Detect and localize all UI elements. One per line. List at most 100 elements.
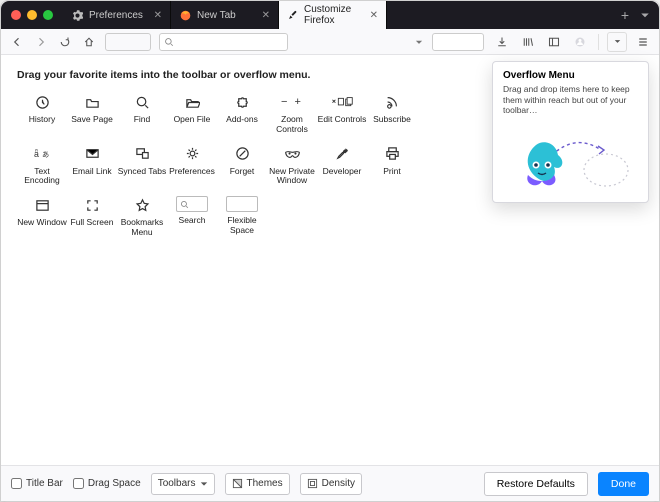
encoding-icon: ǟあ <box>31 145 53 163</box>
all-tabs-button[interactable] <box>639 9 651 21</box>
themes-icon <box>232 478 243 489</box>
chevron-down-icon[interactable] <box>414 37 424 47</box>
downloads-button[interactable] <box>492 32 512 52</box>
zoom-window-button[interactable] <box>43 10 53 20</box>
palette-item-flexspace[interactable]: Flexible Space <box>217 196 267 238</box>
palette-item-label: Developer <box>323 167 362 177</box>
restore-defaults-button[interactable]: Restore Defaults <box>484 472 588 496</box>
palette-item-encoding[interactable]: ǟあ Text Encoding <box>17 145 67 187</box>
synced-icon <box>131 145 153 163</box>
palette-item-label: Forget <box>230 167 255 177</box>
library-button[interactable] <box>518 32 538 52</box>
window-icon <box>31 196 53 214</box>
forget-icon <box>231 145 253 163</box>
palette-item-fullscreen[interactable]: Full Screen <box>67 196 117 238</box>
overflow-panel[interactable]: Overflow Menu Drag and drop items here t… <box>492 61 649 203</box>
new-tab-button[interactable]: + <box>621 7 629 23</box>
palette-item-label: Search <box>179 216 206 226</box>
palette-item-synced[interactable]: Synced Tabs <box>117 145 167 187</box>
palette-item-newwindow[interactable]: New Window <box>17 196 67 238</box>
palette-item-label: Synced Tabs <box>118 167 167 177</box>
chevron-down-icon <box>200 480 208 488</box>
close-icon[interactable]: ✕ <box>370 10 378 21</box>
palette-item-label: Bookmarks Menu <box>117 218 167 238</box>
minimize-window-button[interactable] <box>27 10 37 20</box>
density-icon <box>307 478 318 489</box>
themes-button[interactable]: Themes <box>225 473 290 495</box>
palette-item-private[interactable]: New Private Window <box>267 145 317 187</box>
titlebar-checkbox[interactable]: Title Bar <box>11 478 63 489</box>
close-icon[interactable]: ✕ <box>262 10 270 21</box>
palette-item-subscribe[interactable]: Subscribe <box>367 93 417 135</box>
palette-item-search[interactable]: Search <box>167 196 217 238</box>
overflow-menu-button[interactable] <box>607 32 627 52</box>
palette-item-label: Preferences <box>169 167 215 177</box>
palette-item-preferences[interactable]: Preferences <box>167 145 217 187</box>
reload-button[interactable] <box>55 32 75 52</box>
palette-item-label: Email Link <box>72 167 111 177</box>
button-label: Density <box>322 478 355 489</box>
firefox-icon <box>179 9 191 21</box>
tab-preferences[interactable]: Preferences ✕ <box>63 1 171 29</box>
nav-toolbar <box>1 29 659 55</box>
palette-item-forget[interactable]: Forget <box>217 145 267 187</box>
search-field-icon <box>176 196 208 212</box>
palette-item-print[interactable]: Print <box>367 145 417 187</box>
account-button[interactable] <box>570 32 590 52</box>
tab-strip: Preferences ✕ New Tab ✕ Customize Firefo… <box>1 1 659 29</box>
folder-open-icon <box>181 93 203 111</box>
keyword-search[interactable] <box>432 33 484 51</box>
button-label: Done <box>611 478 636 490</box>
toolbars-select[interactable]: Toolbars <box>151 473 215 495</box>
app-menu-button[interactable] <box>633 32 653 52</box>
flex-space-icon <box>226 196 258 212</box>
search-bar[interactable] <box>159 33 288 51</box>
palette-item-label: Add-ons <box>226 115 258 125</box>
back-button[interactable] <box>7 32 27 52</box>
palette-item-label: Text Encoding <box>17 167 67 187</box>
select-label: Toolbars <box>158 478 196 489</box>
palette-item-label: Edit Controls <box>318 115 367 125</box>
dragspace-checkbox[interactable]: Drag Space <box>73 478 141 489</box>
folder-icon <box>81 93 103 111</box>
checkbox-input[interactable] <box>73 478 84 489</box>
zoom-icon: − + <box>281 93 303 111</box>
gear-icon <box>181 145 203 163</box>
url-bar[interactable] <box>105 33 151 51</box>
close-icon[interactable]: ✕ <box>154 10 162 21</box>
sidebar-button[interactable] <box>544 32 564 52</box>
checkbox-input[interactable] <box>11 478 22 489</box>
palette-item-label: Find <box>134 115 151 125</box>
palette-item-find[interactable]: Find <box>117 93 167 135</box>
palette-item-label: Flexible Space <box>217 216 267 236</box>
palette-item-openfile[interactable]: Open File <box>167 93 217 135</box>
palette-item-label: Open File <box>174 115 211 125</box>
mail-icon <box>81 145 103 163</box>
palette-item-zoom[interactable]: − + Zoom Controls <box>267 93 317 135</box>
wrench-icon <box>331 145 353 163</box>
fullscreen-icon <box>81 196 103 214</box>
done-button[interactable]: Done <box>598 472 649 496</box>
svg-text:あ: あ <box>42 150 49 159</box>
tab-label: New Tab <box>197 10 236 21</box>
forward-button[interactable] <box>31 32 51 52</box>
brush-icon <box>287 9 298 21</box>
tab-customize[interactable]: Customize Firefox ✕ <box>279 1 387 29</box>
density-button[interactable]: Density <box>300 473 362 495</box>
palette-item-addons[interactable]: Add-ons <box>217 93 267 135</box>
close-window-button[interactable] <box>11 10 21 20</box>
palette-item-developer[interactable]: Developer <box>317 145 367 187</box>
palette-item-history[interactable]: History <box>17 93 67 135</box>
gear-icon <box>71 9 83 21</box>
palette-item-savepage[interactable]: Save Page <box>67 93 117 135</box>
palette-item-bookmarks[interactable]: Bookmarks Menu <box>117 196 167 238</box>
palette-item-emaillink[interactable]: Email Link <box>67 145 117 187</box>
home-button[interactable] <box>79 32 99 52</box>
tab-newtab[interactable]: New Tab ✕ <box>171 1 279 29</box>
button-label: Themes <box>247 478 283 489</box>
customize-main: Drag your favorite items into the toolba… <box>1 55 659 465</box>
palette-item-edit[interactable]: Edit Controls <box>317 93 367 135</box>
tab-label: Customize Firefox <box>304 4 364 26</box>
svg-text:ǟ: ǟ <box>34 149 39 159</box>
palette-item-label: Save Page <box>71 115 113 125</box>
